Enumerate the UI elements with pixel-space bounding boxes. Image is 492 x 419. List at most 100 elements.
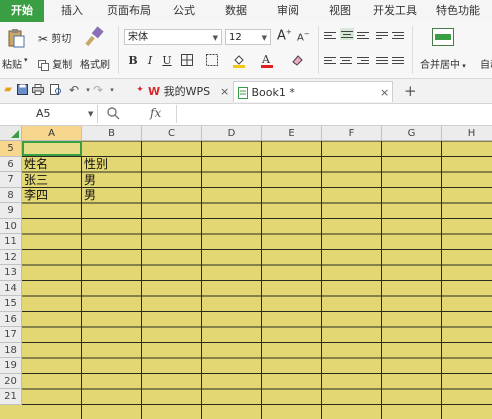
cell-a6[interactable]: 姓名 [24,157,48,172]
row-header-11[interactable]: 11 [0,234,22,250]
column-header-c[interactable]: C [142,126,202,141]
paste-button[interactable] [6,28,26,48]
align-top-icon[interactable] [324,30,336,40]
underline-button[interactable]: U [160,54,174,68]
cell-b7[interactable]: 男 [84,173,96,188]
select-all-corner[interactable] [0,126,22,141]
font-name-select[interactable]: 宋体 ▼ [124,29,222,45]
cell-b8[interactable]: 男 [84,188,96,203]
tab-page-layout[interactable]: 页面布局 [100,0,158,22]
print-icon[interactable] [32,84,44,96]
paste-dropdown-icon[interactable]: ▾ [24,56,28,64]
row-header-19[interactable]: 19 [0,358,22,374]
row-header-9[interactable]: 9 [0,203,22,219]
cell-b6[interactable]: 性别 [84,157,108,172]
tab-formulas[interactable]: 公式 [162,0,206,22]
align-bottom-icon[interactable] [357,30,369,40]
shrink-font-button[interactable]: A− [297,30,310,43]
font-size-value: 12 [229,32,242,43]
cut-button[interactable]: ✂ 剪切 [38,30,71,46]
row-header-6[interactable]: 6 [0,156,22,172]
printer-icon-graphic [32,84,44,95]
active-cell-a5[interactable] [22,141,82,156]
print-preview-icon[interactable] [50,84,62,96]
column-header-a[interactable]: A [22,126,82,141]
row-header-10[interactable]: 10 [0,218,22,234]
row-header-21[interactable]: 21 [0,389,22,405]
tab-book1[interactable]: Book1 * × [233,81,393,102]
bold-button[interactable]: B [126,54,140,68]
column-header-d[interactable]: D [202,126,262,141]
redo-icon[interactable]: ↷ [92,84,104,96]
column-header-h[interactable]: H [442,126,492,141]
copy-icon [38,59,49,71]
row-header-15[interactable]: 15 [0,296,22,312]
paste-label[interactable]: 粘贴 [2,56,22,71]
merge-center-button[interactable] [432,28,454,46]
cell-a8[interactable]: 李四 [24,188,48,203]
align-right-icon[interactable] [357,55,369,65]
grow-font-button[interactable]: A+ [277,28,292,43]
distribute-icon[interactable] [392,55,404,65]
row-header-17[interactable]: 17 [0,327,22,343]
borders-button[interactable] [180,54,194,68]
tab-my-wps[interactable]: W 我的WPS × [148,81,232,102]
shrink-font-letter: A [297,32,304,44]
folder-icon[interactable]: ▰ [2,84,14,96]
column-header-b[interactable]: B [82,126,142,141]
tab-developer[interactable]: 开发工具 [368,0,422,22]
align-middle-icon[interactable] [340,28,354,40]
tab-special-features[interactable]: 特色功能 [428,0,488,22]
zoom-formula-icon[interactable] [106,106,126,122]
insert-function-button[interactable]: fx [150,106,161,120]
wrap-text-icon[interactable] [376,30,388,40]
row-header-18[interactable]: 18 [0,342,22,358]
clear-format-button[interactable] [290,54,304,68]
formula-input[interactable] [176,105,492,123]
cell-style-button[interactable] [205,54,219,68]
tab-data[interactable]: 数据 [214,0,258,22]
pin-icon[interactable]: ✦ [134,84,146,96]
auto-wrap-label[interactable]: 自动 [480,56,492,71]
format-painter-button[interactable] [84,26,106,48]
spreadsheet-file-icon [238,87,248,99]
copy-button[interactable]: 复制 [38,56,72,71]
merge-center-label[interactable]: 合并居中 ▾ [420,56,466,71]
new-tab-button[interactable]: + [404,81,418,102]
row-header-13[interactable]: 13 [0,265,22,281]
italic-button[interactable]: I [143,54,157,68]
justify-icon[interactable] [376,55,388,65]
name-box[interactable]: A5 ▼ [0,105,98,123]
tab-review[interactable]: 审阅 [266,0,310,22]
align-left-icon[interactable] [324,55,336,65]
fill-color-button[interactable] [232,54,246,68]
column-header-e[interactable]: E [262,126,322,141]
chevron-down-icon: ▾ [460,62,466,70]
cell-a7[interactable]: 张三 [24,173,48,188]
ribbon-separator [318,26,319,74]
format-painter-label[interactable]: 格式刷 [80,56,110,71]
tab-home[interactable]: 开始 [0,0,44,22]
quick-access-dropdown-icon[interactable]: ▾ [106,84,118,96]
row-header-5[interactable]: 5 [0,141,22,157]
tab-insert[interactable]: 插入 [50,0,94,22]
save-icon-graphic [16,84,28,95]
row-header-7[interactable]: 7 [0,172,22,188]
indent-icon[interactable] [392,30,404,40]
row-header-14[interactable]: 14 [0,280,22,296]
row-header-8[interactable]: 8 [0,187,22,203]
column-header-f[interactable]: F [322,126,382,141]
column-header-g[interactable]: G [382,126,442,141]
font-size-select[interactable]: 12 ▼ [225,29,271,45]
undo-icon[interactable]: ↶ [68,84,80,96]
close-icon[interactable]: × [220,81,229,102]
align-center-icon[interactable] [340,55,352,65]
row-header-20[interactable]: 20 [0,373,22,389]
row-header-12[interactable]: 12 [0,249,22,265]
save-icon[interactable] [16,84,28,96]
row-header-16[interactable]: 16 [0,311,22,327]
close-icon[interactable]: × [380,82,389,103]
tab-view[interactable]: 视图 [318,0,362,22]
font-color-button[interactable]: A [260,53,274,68]
chevron-down-icon[interactable]: ▼ [88,105,93,123]
